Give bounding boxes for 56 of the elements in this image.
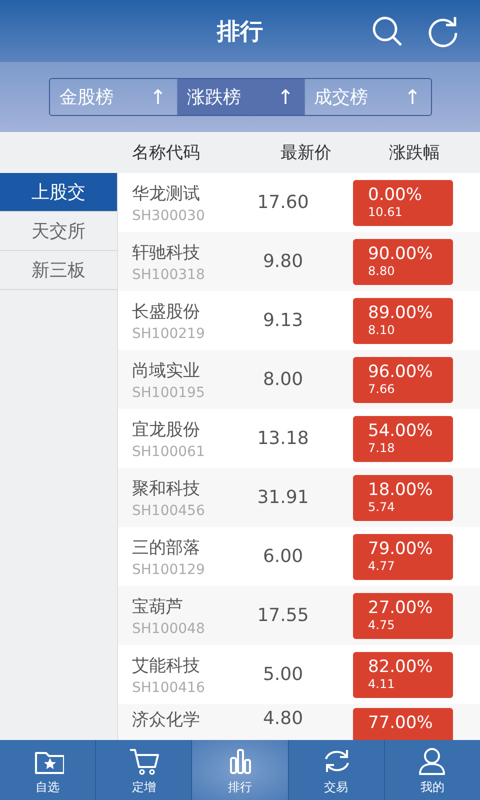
change-badge: 77.00% — [353, 708, 453, 740]
search-icon[interactable] — [370, 14, 404, 48]
market-item[interactable]: 天交所 — [0, 212, 117, 251]
stock-name: 尚域实业 — [132, 360, 201, 382]
price-cell-text: 5.00 — [262, 664, 304, 685]
stock-name: 华龙测试 — [132, 182, 201, 204]
change-badge: 0.00% 10.61 — [353, 180, 453, 226]
price-cell-text: 17.60 — [256, 192, 310, 213]
change-badge: 79.00% 4.77 — [353, 534, 453, 580]
nav-tab[interactable]: 交易 — [288, 740, 384, 800]
refresh-icon[interactable] — [426, 14, 460, 48]
column-header: 名称代码 — [131, 142, 201, 164]
nav-tab[interactable]: 我的 — [384, 740, 480, 800]
price-cell-text: 9.80 — [262, 251, 304, 272]
nav-tab[interactable]: 自选 — [0, 740, 96, 800]
stock-code: SH100416 — [132, 680, 206, 696]
stock-code: SH100048 — [132, 620, 206, 636]
change-badge: 96.00% 7.66 — [353, 356, 453, 402]
sort-arrow-icon: ↑ — [277, 85, 294, 109]
stock-code: SH100061 — [132, 444, 206, 460]
change-badge: 89.00% 8.10 — [353, 298, 453, 344]
stock-code: SH100456 — [132, 502, 206, 518]
screen-title: 排行 — [217, 18, 263, 46]
nav-tab[interactable]: 排行 — [191, 740, 288, 800]
column-header: 最新价 — [280, 142, 332, 164]
market-item[interactable]: 上股交 — [0, 173, 117, 212]
stock-name: 宜龙股份 — [132, 418, 201, 440]
stock-name: 长盛股份 — [132, 300, 201, 322]
price-cell-text: 8.00 — [262, 369, 304, 390]
sort-arrow-icon: ↑ — [150, 85, 166, 109]
market-item[interactable]: 新三板 — [0, 251, 117, 290]
stock-code: SH100195 — [132, 384, 206, 400]
price-cell-text: 4.80 — [262, 708, 304, 729]
change-badge: 27.00% 4.75 — [353, 592, 453, 638]
price-cell-text: 13.18 — [256, 428, 310, 449]
stock-name: 宝葫芦 — [132, 596, 184, 618]
change-badge: 18.00% 5.74 — [353, 474, 453, 520]
stock-code: SH100129 — [132, 562, 206, 578]
change-badge: 90.00% 8.80 — [353, 238, 453, 284]
stock-code: SH100219 — [132, 326, 206, 342]
price-cell-text: 9.13 — [262, 310, 304, 331]
stock-name: 轩驰科技 — [132, 242, 201, 264]
price-cell-text: 31.91 — [256, 487, 310, 508]
stock-code: SH100318 — [132, 266, 206, 282]
stock-name: 艾能科技 — [132, 654, 201, 676]
sort-arrow-icon: ↑ — [404, 85, 421, 109]
ranking-tab[interactable]: 涨跌榜 ↑ — [176, 79, 304, 115]
stock-name: 三的部落 — [132, 536, 201, 558]
price-cell-text: 17.55 — [256, 605, 310, 626]
stock-name: 济众化学 — [132, 709, 201, 731]
stock-name: 聚和科技 — [132, 478, 201, 500]
price-cell-text: 6.00 — [262, 546, 304, 567]
change-badge: 82.00% 4.11 — [353, 652, 453, 698]
stock-code: SH300030 — [132, 208, 206, 224]
column-header: 涨跌幅 — [388, 142, 441, 164]
change-badge: 54.00% 7.18 — [353, 416, 453, 462]
